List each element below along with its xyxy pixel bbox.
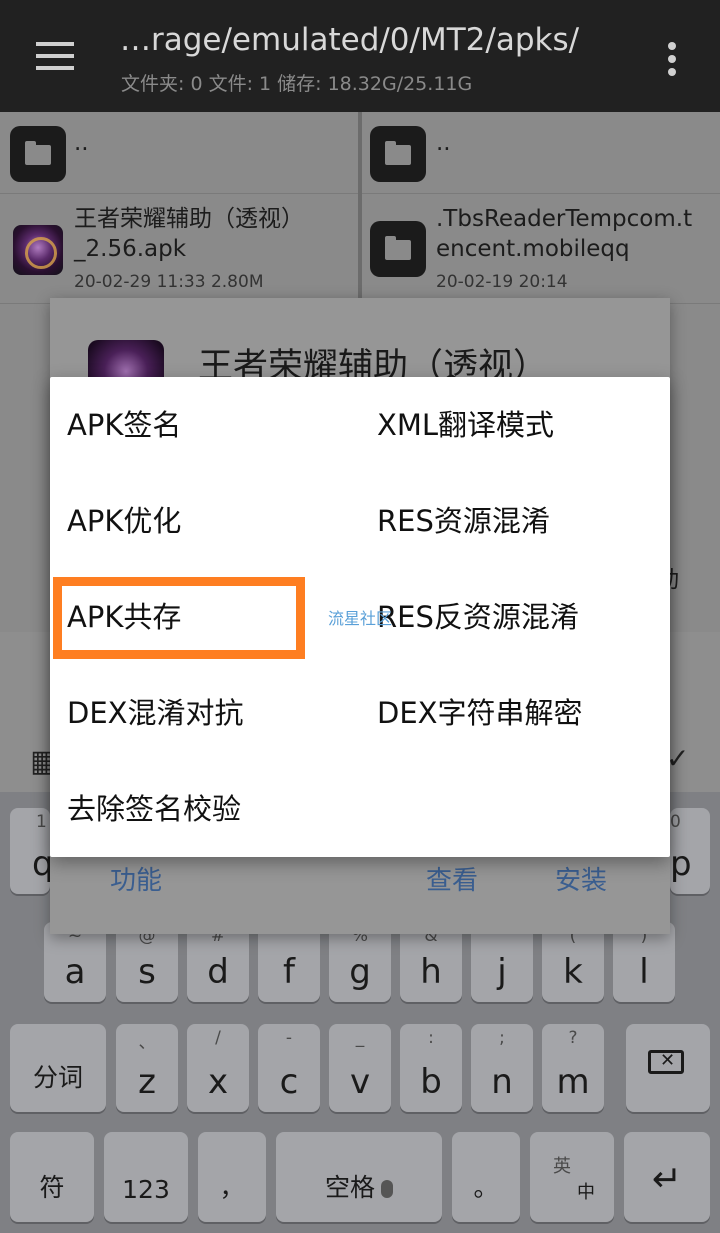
key-d[interactable]: # d <box>187 922 249 1002</box>
list-item-parent[interactable]: .. <box>362 112 720 194</box>
numbers-key[interactable]: 123 <box>104 1132 188 1222</box>
key-j[interactable]: j <box>471 922 533 1002</box>
key-l[interactable]: ) l <box>613 922 675 1002</box>
view-button[interactable]: 查看 <box>426 860 478 897</box>
key-q[interactable]: 1 q <box>10 808 54 894</box>
list-item-parent[interactable]: .. <box>0 112 358 194</box>
key-k[interactable]: (k <box>542 922 604 1002</box>
apk-file-icon <box>13 225 63 275</box>
symbols-key[interactable]: 符 <box>10 1132 94 1222</box>
folder-name-line2: encent.mobileqq <box>436 236 630 262</box>
key-f[interactable]: f <box>258 922 320 1002</box>
function-button[interactable]: 功能 <box>110 860 162 897</box>
folder-meta: 20-02-19 20:14 <box>436 272 568 292</box>
folder-icon <box>370 221 426 277</box>
key-v[interactable]: _ v <box>329 1024 391 1112</box>
file-name-line1: 王者荣耀辅助（透视） <box>74 206 304 232</box>
list-item-label: .. <box>436 130 451 156</box>
microphone-icon <box>381 1180 393 1198</box>
file-name-line2: _2.56.apk <box>74 236 187 262</box>
watermark: 流星社区 <box>328 609 393 628</box>
key-g[interactable]: % g <box>329 922 391 1002</box>
comma-key[interactable]: ， <box>198 1132 266 1222</box>
app-bar: …rage/emulated/0/MT2/apks/ 文件夹: 0 文件: 1 … <box>0 0 720 112</box>
backspace-icon <box>648 1050 684 1074</box>
key-b[interactable]: :b <box>400 1024 462 1112</box>
key-n[interactable]: ; n <box>471 1024 533 1112</box>
key-c[interactable]: -c <box>258 1024 320 1112</box>
list-item-apk[interactable]: 王者荣耀辅助（透视） _2.56.apk 20-02-29 11:33 2.80… <box>0 194 358 304</box>
install-button[interactable]: 安装 <box>555 860 607 897</box>
menu-item-apk-optimize[interactable]: APK优化 <box>67 473 357 569</box>
key-m[interactable]: ? m <box>542 1024 604 1112</box>
more-options-icon[interactable] <box>662 40 682 76</box>
key-s[interactable]: @ s <box>116 922 178 1002</box>
language-switch-key[interactable]: 英 中 <box>530 1132 614 1222</box>
menu-item-apk-coexist[interactable]: APK共存 <box>67 569 357 665</box>
function-menu: APK签名 APK优化 APK共存 DEX混淆对抗 去除签名校验 XML翻译模式… <box>50 377 670 857</box>
key-z[interactable]: 、 z <box>116 1024 178 1112</box>
key-h[interactable]: & h <box>400 922 462 1002</box>
menu-item-dex-string-decrypt[interactable]: DEX字符串解密 <box>377 665 657 761</box>
menu-item-remove-signature-check[interactable]: 去除签名校验 <box>67 761 357 857</box>
folder-name-line1: .TbsReaderTempcom.t <box>436 206 693 232</box>
menu-item-res-deobfuscate[interactable]: RES反资源混淆 <box>377 569 657 665</box>
menu-item-res-obfuscate[interactable]: RES资源混淆 <box>377 473 657 569</box>
segment-key[interactable]: 分词 <box>10 1024 106 1112</box>
menu-item-dex-obfuscation[interactable]: DEX混淆对抗 <box>67 665 357 761</box>
key-p[interactable]: 0 p <box>670 808 710 894</box>
menu-item-xml-translate[interactable]: XML翻译模式 <box>377 377 657 473</box>
file-meta: 20-02-29 11:33 2.80M <box>74 272 264 292</box>
enter-icon: ↵ <box>651 1159 683 1200</box>
menu-item-apk-sign[interactable]: APK签名 <box>67 377 357 473</box>
folder-icon <box>10 126 66 182</box>
menu-icon[interactable] <box>36 40 76 72</box>
space-label: 空格 <box>324 1173 375 1202</box>
folder-icon <box>370 126 426 182</box>
current-path: …rage/emulated/0/MT2/apks/ <box>120 22 580 58</box>
storage-info: 文件夹: 0 文件: 1 储存: 18.32G/25.11G <box>121 73 473 95</box>
key-a[interactable]: ~ a <box>44 922 106 1002</box>
space-key[interactable]: 空格 <box>276 1132 442 1222</box>
list-item-folder[interactable]: .TbsReaderTempcom.t encent.mobileqq 20-0… <box>362 194 720 304</box>
list-item-label: .. <box>74 130 89 156</box>
key-x[interactable]: / x <box>187 1024 249 1112</box>
backspace-key[interactable] <box>626 1024 710 1112</box>
enter-key[interactable]: ↵ <box>624 1132 710 1222</box>
